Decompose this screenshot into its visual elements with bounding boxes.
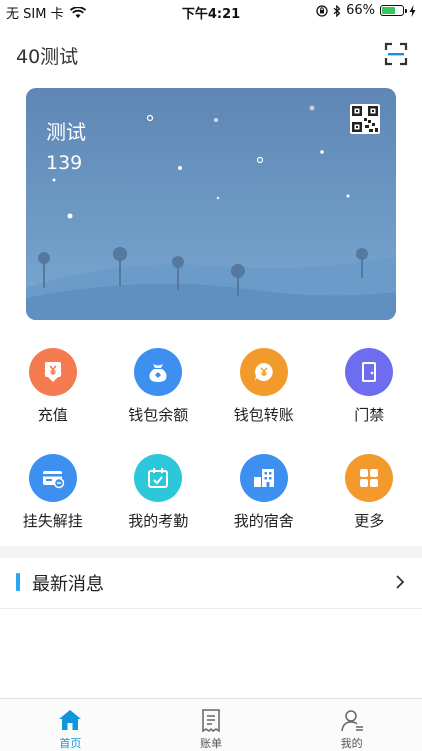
door-access-icon [345, 348, 393, 396]
dormitory-building-icon [240, 454, 288, 502]
qr-code-icon[interactable] [350, 104, 380, 134]
recharge-button[interactable]: 充值 [0, 346, 106, 452]
recharge-icon [29, 348, 77, 396]
wallet-balance-button[interactable]: 钱包余额 [106, 346, 212, 452]
more-label: 更多 [317, 510, 422, 531]
tab-home[interactable]: 首页 [0, 699, 141, 751]
app-header: 40测试 [0, 36, 422, 72]
wallet-transfer-button[interactable]: 钱包转账 [211, 346, 317, 452]
recharge-label: 充值 [0, 404, 106, 425]
latest-news-row[interactable]: 最新消息 [0, 558, 422, 609]
scan-icon[interactable] [384, 42, 408, 66]
charging-icon [409, 5, 416, 17]
chevron-right-icon [394, 574, 406, 590]
wallet-balance-label: 钱包余额 [106, 404, 212, 425]
home-icon [57, 707, 83, 733]
wallet-balance-icon [134, 348, 182, 396]
card-lost-label: 挂失解挂 [0, 510, 106, 531]
more-button[interactable]: 更多 [317, 452, 422, 558]
news-accent-bar [16, 573, 20, 591]
tab-bill-label: 账单 [141, 735, 282, 751]
section-divider [0, 546, 422, 558]
more-grid-icon [345, 454, 393, 502]
bill-icon [198, 707, 224, 733]
page-title: 40测试 [16, 42, 78, 69]
tab-bar: 首页 账单 我的 [0, 698, 422, 751]
door-access-label: 门禁 [317, 404, 422, 425]
door-access-button[interactable]: 门禁 [317, 346, 422, 452]
battery-level [382, 7, 395, 14]
news-title: 最新消息 [32, 570, 104, 596]
card-lost-icon [29, 454, 77, 502]
battery-percent: 66% [346, 3, 375, 18]
tab-profile[interactable]: 我的 [281, 699, 422, 751]
attendance-label: 我的考勤 [106, 510, 212, 531]
orientation-lock-icon [316, 5, 328, 17]
campus-card[interactable]: 测试 139 [26, 88, 396, 320]
card-number: 139 [46, 152, 82, 174]
wallet-transfer-label: 钱包转账 [211, 404, 317, 425]
attendance-calendar-icon [134, 454, 182, 502]
function-grid: 充值 钱包余额 钱包转账 [0, 346, 422, 558]
card-lost-button[interactable]: 挂失解挂 [0, 452, 106, 558]
battery-icon [380, 5, 404, 16]
bluetooth-icon [333, 5, 341, 17]
tab-bill[interactable]: 账单 [141, 699, 282, 751]
dormitory-label: 我的宿舍 [211, 510, 317, 531]
card-holder-name: 测试 [46, 116, 86, 145]
status-bar: 无 SIM 卡 下午4:21 66% [0, 0, 422, 22]
dormitory-button[interactable]: 我的宿舍 [211, 452, 317, 558]
tab-profile-label: 我的 [281, 735, 422, 751]
wallet-transfer-icon [240, 348, 288, 396]
attendance-button[interactable]: 我的考勤 [106, 452, 212, 558]
profile-icon [339, 707, 365, 733]
tab-home-label: 首页 [0, 735, 141, 751]
